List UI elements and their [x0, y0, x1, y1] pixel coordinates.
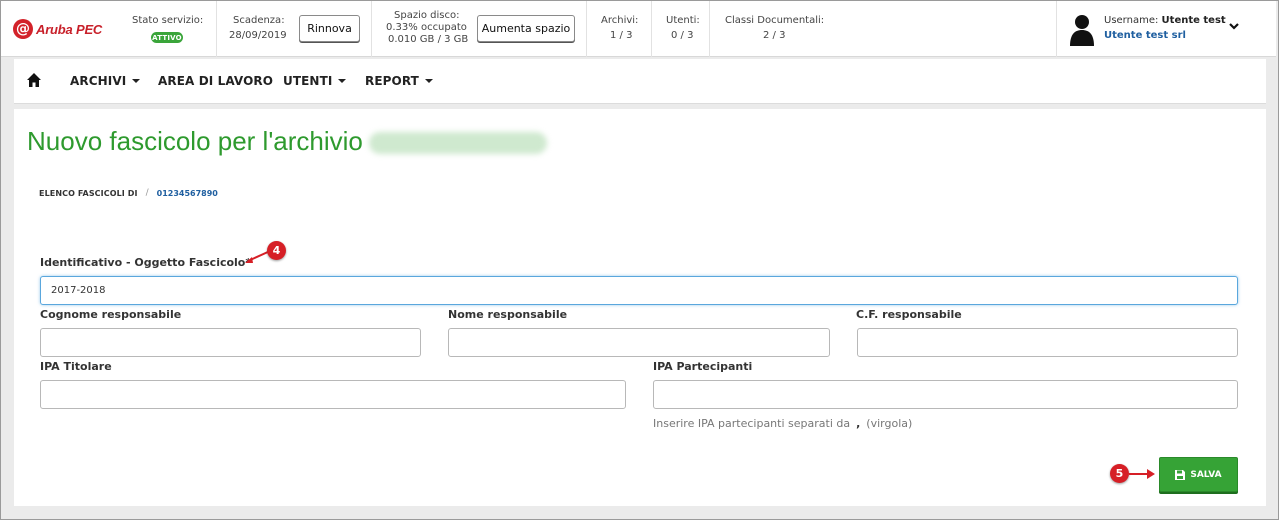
breadcrumb: ELENCO FASCICOLI DI / 01234567890: [39, 188, 218, 198]
nav-area-di-lavoro[interactable]: AREA DI LAVORO: [158, 74, 273, 88]
brand-logo[interactable]: @ Aruba PEC: [13, 19, 102, 39]
name-input[interactable]: [448, 328, 830, 357]
user-avatar-icon[interactable]: [1069, 14, 1095, 46]
ipa-participants-input[interactable]: [653, 380, 1238, 409]
hint-comma: ,: [856, 417, 861, 430]
hint-suffix: (virgola): [866, 417, 913, 430]
content-panel: Nuovo fascicolo per l'archivio ELENCO FA…: [14, 109, 1266, 506]
increase-space-button[interactable]: Aumenta spazio: [477, 15, 575, 42]
at-sign-icon: @: [13, 19, 33, 39]
cf-input[interactable]: [857, 328, 1238, 357]
breadcrumb-current[interactable]: 01234567890: [157, 189, 218, 198]
surname-input[interactable]: [40, 328, 421, 357]
divider: [586, 1, 587, 57]
chevron-down-icon[interactable]: [1228, 20, 1240, 32]
brand-name: Aruba PEC: [36, 21, 103, 37]
nav-report-label: REPORT: [365, 74, 419, 88]
doc-classes-count: 2 / 3: [763, 30, 786, 41]
expiry-date: 28/09/2019: [229, 30, 287, 41]
surname-label: Cognome responsabile: [40, 308, 182, 321]
top-status-bar: @ Aruba PEC Stato servizio: ATTIVO Scade…: [1, 1, 1276, 57]
disk-usage-amount: 0.010 GB / 3 GB: [388, 34, 469, 45]
floppy-disk-icon: [1175, 469, 1186, 480]
annotation-step-4: 4: [267, 241, 286, 260]
save-button-label: SALVA: [1190, 469, 1222, 480]
breadcrumb-parent[interactable]: ELENCO FASCICOLI DI: [39, 189, 138, 198]
hint-text: Inserire IPA partecipanti separati da: [653, 417, 851, 430]
nav-area-di-lavoro-label: AREA DI LAVORO: [158, 74, 274, 88]
page-title-text: Nuovo fascicolo per l'archivio: [27, 126, 363, 156]
users-label: Utenti:: [666, 15, 700, 26]
ipa-participants-label: IPA Partecipanti: [653, 360, 753, 373]
archives-label: Archivi:: [601, 15, 639, 26]
username-display: Username: Utente test: [1104, 15, 1226, 26]
nav-archivi-label: ARCHIVI: [70, 74, 127, 88]
main-navigation: ARCHIVI AREA DI LAVORO UTENTI REPORT: [14, 59, 1266, 104]
ipa-holder-label: IPA Titolare: [40, 360, 112, 373]
archives-count: 1 / 3: [610, 30, 633, 41]
divider: [1056, 1, 1057, 57]
name-label: Nome responsabile: [448, 308, 568, 321]
divider: [216, 1, 217, 57]
nav-utenti-label: UTENTI: [283, 74, 333, 88]
page-title: Nuovo fascicolo per l'archivio: [27, 126, 547, 157]
service-status-label: Stato servizio:: [132, 15, 204, 26]
renew-button[interactable]: Rinnova: [299, 15, 360, 42]
service-status-badge: ATTIVO: [151, 32, 183, 43]
identifier-label: Identificativo - Oggetto Fascicolo*: [40, 256, 252, 269]
caret-down-icon: [132, 79, 141, 83]
ipa-holder-input[interactable]: [40, 380, 626, 409]
cf-label: C.F. responsabile: [856, 308, 962, 321]
nav-archivi[interactable]: ARCHIVI: [70, 74, 141, 88]
divider: [651, 1, 652, 57]
nav-report[interactable]: REPORT: [365, 74, 433, 88]
identifier-input[interactable]: [40, 276, 1238, 305]
ipa-participants-hint: Inserire IPA partecipanti separati da, (v…: [653, 417, 912, 430]
doc-classes-label: Classi Documentali:: [725, 15, 825, 26]
nav-utenti[interactable]: UTENTI: [283, 74, 347, 88]
redacted-archive-name: [368, 132, 547, 155]
save-button[interactable]: SALVA: [1159, 457, 1238, 492]
users-count: 0 / 3: [671, 30, 694, 41]
caret-down-icon: [338, 79, 347, 83]
annotation-arrow: [1129, 469, 1155, 479]
caret-down-icon: [424, 79, 433, 83]
expiry-label: Scadenza:: [233, 15, 285, 26]
breadcrumb-separator: /: [145, 188, 149, 198]
username-value: Utente test: [1161, 15, 1226, 26]
organization-link[interactable]: Utente test srl: [1104, 30, 1186, 41]
divider: [371, 1, 372, 57]
home-icon[interactable]: [26, 72, 42, 88]
divider: [709, 1, 710, 57]
username-label: Username:: [1104, 15, 1159, 26]
